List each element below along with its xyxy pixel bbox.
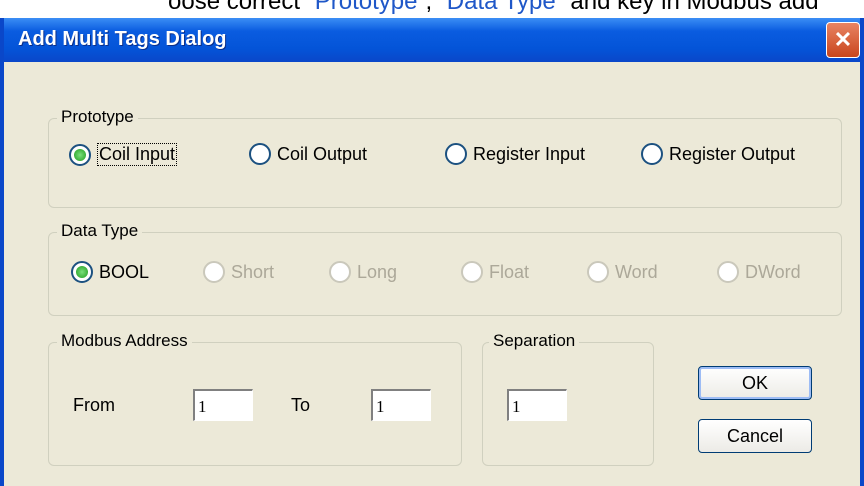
radio-register-output[interactable]: Register Output	[641, 143, 795, 165]
prototype-legend: Prototype	[57, 107, 138, 127]
close-icon: ✕	[833, 27, 853, 52]
from-label: From	[73, 395, 115, 415]
separation-legend: Separation	[489, 331, 580, 351]
data-type-group: Data Type BOOL Short Long Float Word DWo…	[48, 221, 842, 316]
modbus-address-group: Modbus Address From 1 To 1	[48, 331, 462, 466]
radio-circle-icon	[445, 143, 467, 165]
radio-circle-icon	[249, 143, 271, 165]
radio-circle-icon	[203, 261, 225, 283]
radio-coil-output[interactable]: Coil Output	[249, 143, 367, 165]
dialog-title: Add Multi Tags Dialog	[18, 28, 227, 50]
radio-circle-icon	[69, 143, 91, 166]
radio-circle-icon	[717, 261, 739, 283]
add-multi-tags-dialog: Add Multi Tags Dialog ✕ Prototype Coil I…	[0, 18, 864, 486]
radio-register-input[interactable]: Register Input	[445, 143, 585, 165]
radio-circle-icon	[587, 261, 609, 283]
instruction-text: oose correct “Prototype”, “Data Type” an…	[168, 0, 819, 16]
data-type-link[interactable]: Data Type	[447, 0, 556, 15]
radio-bool[interactable]: BOOL	[71, 261, 149, 283]
cancel-button[interactable]: Cancel	[698, 419, 812, 453]
radio-dword[interactable]: DWord	[717, 261, 801, 283]
radio-word[interactable]: Word	[587, 261, 658, 283]
ok-button[interactable]: OK	[698, 366, 812, 400]
radio-circle-icon	[641, 143, 663, 165]
radio-circle-icon	[461, 261, 483, 283]
to-input[interactable]: 1	[371, 389, 431, 421]
separation-input[interactable]: 1	[507, 389, 567, 421]
separation-group: Separation 1	[482, 331, 654, 466]
from-input[interactable]: 1	[193, 389, 253, 421]
radio-short[interactable]: Short	[203, 261, 274, 283]
prototype-link[interactable]: Prototype	[315, 0, 418, 15]
radio-float[interactable]: Float	[461, 261, 529, 283]
prototype-group: Prototype Coil Input Coil Output Registe…	[48, 107, 842, 208]
modbus-address-legend: Modbus Address	[57, 331, 192, 351]
radio-long[interactable]: Long	[329, 261, 397, 283]
radio-circle-icon	[71, 261, 93, 283]
to-label: To	[291, 395, 311, 415]
radio-coil-input[interactable]: Coil Input	[69, 143, 178, 166]
close-button[interactable]: ✕	[826, 22, 860, 58]
radio-circle-icon	[329, 261, 351, 283]
title-bar[interactable]: Add Multi Tags Dialog ✕	[4, 18, 860, 62]
data-type-legend: Data Type	[57, 221, 143, 241]
